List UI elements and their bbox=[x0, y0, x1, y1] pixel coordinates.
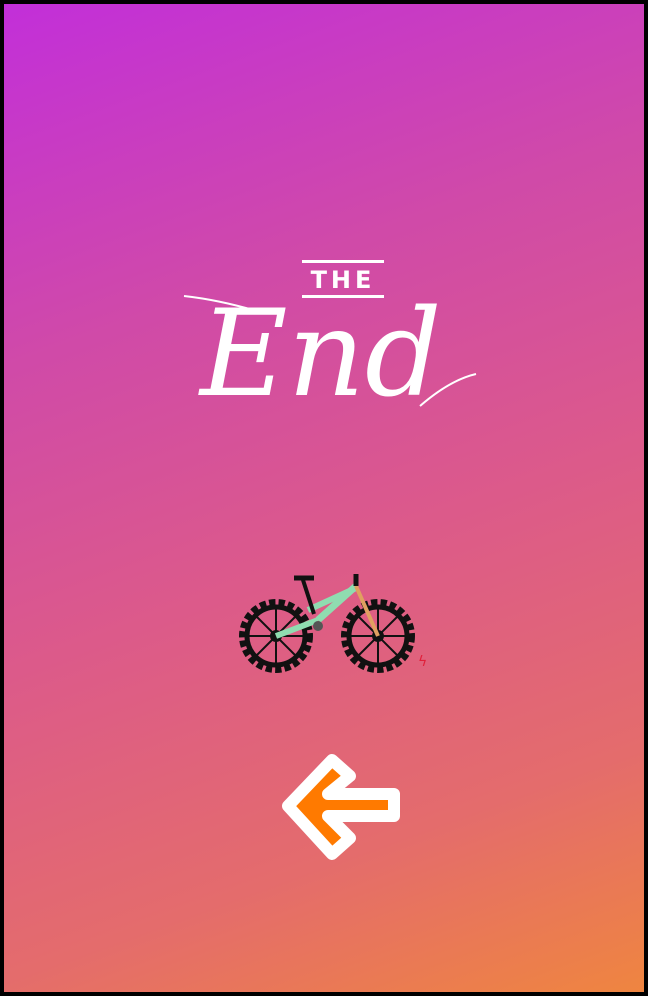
bike-illustration: ϟ bbox=[239, 574, 427, 673]
title-end: End bbox=[200, 285, 442, 424]
brand-logo: ϟ bbox=[418, 654, 427, 670]
end-screen: THE End ϟ bbox=[4, 4, 644, 992]
the-end-title: THE End bbox=[180, 260, 480, 435]
arrow-left-icon bbox=[282, 754, 400, 860]
back-button[interactable] bbox=[278, 750, 410, 868]
